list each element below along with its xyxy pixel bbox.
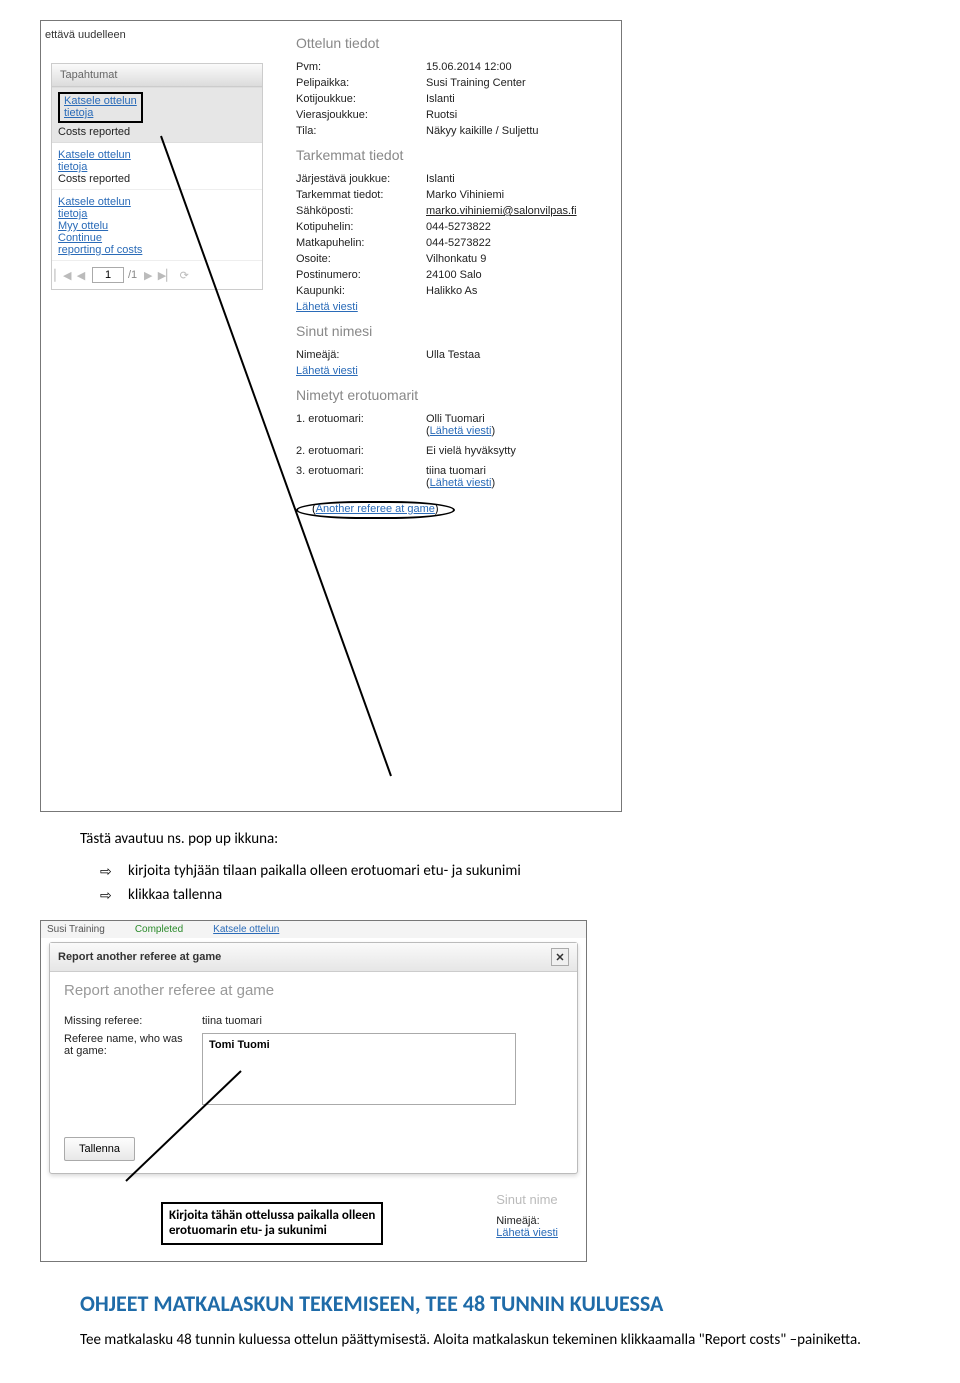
zip-label: Postinumero:	[296, 269, 426, 281]
address-value: Vilhonkatu 9	[426, 253, 486, 265]
missing-referee-value: tiina tuomari	[202, 1015, 262, 1027]
entry-highlighted: Katsele ottelun tietoja Costs reported	[52, 87, 262, 143]
send-message-link-1[interactable]: Lähetä viesti	[296, 301, 358, 313]
view-match-link-2a[interactable]: Katsele ottelun	[58, 149, 131, 161]
venue-label: Pelipaikka:	[296, 77, 426, 89]
side-assigner-label: Nimeäjä:	[496, 1215, 558, 1227]
venue-value: Susi Training Center	[426, 77, 526, 89]
left-panel: ettävä uudelleen Tapahtumat Katsele otte…	[41, 21, 286, 811]
screenshot-match-details: ettävä uudelleen Tapahtumat Katsele otte…	[40, 20, 622, 812]
events-header: Tapahtumat	[52, 64, 262, 87]
close-icon[interactable]: ✕	[551, 948, 569, 966]
last-page-icon[interactable]: ▶▏	[159, 268, 173, 282]
home-team-label: Kotijoukkue:	[296, 93, 426, 105]
side-send-msg-link[interactable]: Lähetä viesti	[496, 1227, 558, 1239]
pager: ▏◀ ◀ /1 ▶ ▶▏ ⟳	[52, 261, 262, 289]
zip-value: 24100 Salo	[426, 269, 482, 281]
next-page-icon[interactable]: ▶	[141, 268, 155, 282]
view-match-link-3a[interactable]: Katsele ottelun	[58, 196, 131, 208]
status-label: Tila:	[296, 125, 426, 137]
assigner-value: Ulla Testaa	[426, 349, 480, 361]
background-strip: Susi Training Completed Katsele ottelun	[41, 921, 586, 938]
report-dialog: Report another referee at game ✕ Report …	[49, 942, 578, 1174]
dialog-title: Report another referee at game	[58, 951, 221, 963]
arrow-icon: ⇨	[100, 886, 118, 906]
missing-referee-label: Missing referee:	[64, 1015, 184, 1027]
ref2-value: Ei vielä hyväksytty	[426, 445, 516, 457]
ref1-value: Olli Tuomari(Lähetä viesti)	[426, 413, 495, 437]
city-label: Kaupunki:	[296, 285, 426, 297]
ref1-msg-link[interactable]: Lähetä viesti	[430, 425, 492, 437]
org-team-label: Järjestävä joukkue:	[296, 173, 426, 185]
bullet-2: klikkaa tallenna	[128, 886, 222, 904]
referee-name-label: Referee name, who was at game:	[64, 1033, 184, 1057]
mobile-label: Matkapuhelin:	[296, 237, 426, 249]
section-assigned-you: Sinut nimesi	[296, 323, 611, 339]
city-value: Halikko As	[426, 285, 477, 297]
ref3-msg-link[interactable]: Lähetä viesti	[430, 477, 492, 489]
referee-name-input[interactable]: Tomi Tuomi	[202, 1033, 516, 1105]
ref3-value: tiina tuomari(Lähetä viesti)	[426, 465, 495, 489]
screenshot-report-dialog: Susi Training Completed Katsele ottelun …	[40, 920, 587, 1262]
strip-text-1: Susi Training	[47, 924, 105, 935]
arrow-icon: ⇨	[100, 862, 118, 882]
contact-label: Tarkemmat tiedot:	[296, 189, 426, 201]
send-message-link-2[interactable]: Lähetä viesti	[296, 365, 358, 377]
email-label: Sähköposti:	[296, 205, 426, 217]
view-match-link-3b[interactable]: tietoja	[58, 208, 87, 220]
date-label: Pvm:	[296, 61, 426, 73]
assigner-label: Nimeäjä:	[296, 349, 426, 361]
bullet-1: kirjoita tyhjään tilaan paikalla olleen …	[128, 862, 521, 880]
annotation-note-box: Kirjoita tähän ottelussa paikalla olleen…	[161, 1202, 383, 1245]
reporting-costs-link[interactable]: reporting of costs	[58, 244, 142, 256]
dialog-subtitle: Report another referee at game	[64, 982, 563, 999]
home-team-value: Islanti	[426, 93, 455, 105]
section-more-details: Tarkemmat tiedot	[296, 147, 611, 163]
ref1-label: 1. erotuomari:	[296, 413, 426, 437]
continue-link[interactable]: Continue	[58, 232, 102, 244]
page-input[interactable]	[92, 267, 124, 283]
status-value: Näkyy kaikille / Suljettu	[426, 125, 539, 137]
view-match-link-2b[interactable]: tietoja	[58, 161, 87, 173]
mobile-value: 044-5273822	[426, 237, 491, 249]
away-team-value: Ruotsi	[426, 109, 457, 121]
strip-link[interactable]: Katsele ottelun	[213, 924, 279, 935]
entry-2: Katsele ottelun tietoja Costs reported	[52, 143, 262, 190]
away-team-label: Vierasjoukkue:	[296, 109, 426, 121]
document-heading: OHJEET MATKALASKUN TEKEMISEEN, TEE 48 TU…	[80, 1290, 880, 1317]
sell-match-link[interactable]: Myy ottelu	[58, 220, 108, 232]
date-value: 15.06.2014 12:00	[426, 61, 512, 73]
section-referees: Nimetyt erotuomarit	[296, 387, 611, 403]
home-phone-value: 044-5273822	[426, 221, 491, 233]
costs-reported-2: Costs reported	[58, 173, 130, 185]
side-title: Sinut nime	[496, 1192, 558, 1207]
home-phone-label: Kotipuhelin:	[296, 221, 426, 233]
costs-reported-label: Costs reported	[58, 126, 256, 138]
strip-completed: Completed	[135, 924, 183, 935]
contact-value: Marko Vihiniemi	[426, 189, 504, 201]
paragraph-popup-intro: Tästä avautuu ns. pop up ikkuna:	[80, 830, 880, 848]
org-team-value: Islanti	[426, 173, 455, 185]
view-match-link-boxed[interactable]: Katsele ottelun tietoja	[58, 92, 143, 123]
entry-3: Katsele ottelun tietoja Myy ottelu Conti…	[52, 190, 262, 261]
email-link[interactable]: marko.vihiniemi@salonvilpas.fi	[426, 205, 577, 217]
side-info-panel: Sinut nime Nimeäjä: Lähetä viesti	[496, 1192, 558, 1239]
another-referee-link-circled[interactable]: (Another referee at game)	[296, 501, 455, 519]
ref2-label: 2. erotuomari:	[296, 445, 426, 457]
section-match-details: Ottelun tiedot	[296, 35, 611, 51]
paragraph-instructions: Tee matkalasku 48 tunnin kuluessa ottelu…	[80, 1331, 880, 1349]
bullet-list: ⇨ kirjoita tyhjään tilaan paikalla ollee…	[100, 862, 880, 906]
right-detail-panel: Ottelun tiedot Pvm:15.06.2014 12:00 Peli…	[286, 21, 621, 811]
ref3-label: 3. erotuomari:	[296, 465, 426, 489]
dialog-titlebar: Report another referee at game ✕	[50, 943, 577, 972]
events-panel: Tapahtumat Katsele ottelun tietoja Costs…	[51, 63, 263, 290]
refresh-icon[interactable]: ⟳	[177, 268, 191, 282]
truncated-header: ettävä uudelleen	[41, 27, 286, 43]
prev-page-icon[interactable]: ◀	[74, 268, 88, 282]
page-total: /1	[128, 269, 137, 281]
first-page-icon[interactable]: ▏◀	[56, 268, 70, 282]
address-label: Osoite:	[296, 253, 426, 265]
save-button[interactable]: Tallenna	[64, 1137, 135, 1161]
